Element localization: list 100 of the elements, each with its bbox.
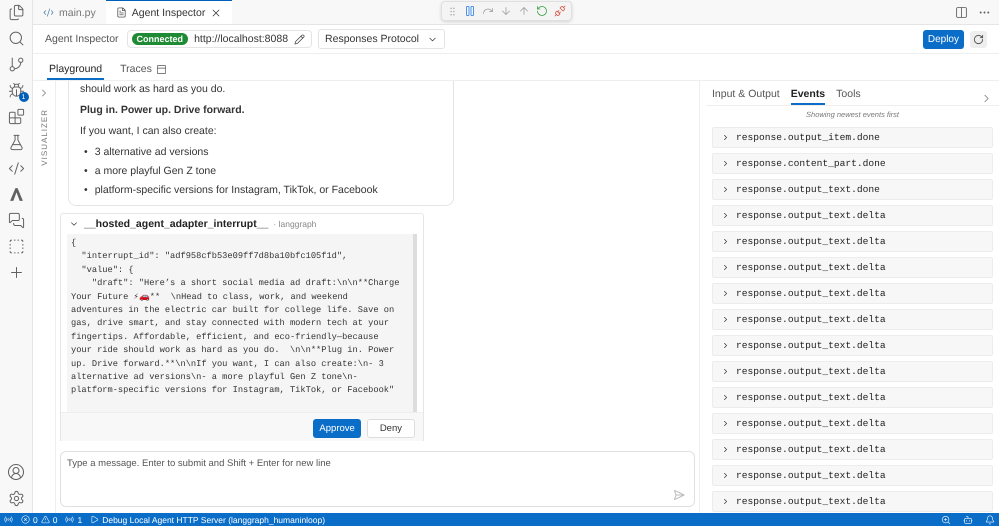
event-row[interactable]: response.output_text.delta xyxy=(712,465,993,486)
approve-button[interactable]: Approve xyxy=(313,419,361,438)
chevron-right-icon xyxy=(721,419,730,428)
event-row[interactable]: response.output_text.delta xyxy=(712,283,993,304)
event-row[interactable]: response.output_text.delta xyxy=(712,231,993,252)
message-input[interactable]: Type a message. Enter to submit and Shift + Enter for new line xyxy=(60,451,695,507)
event-name: response.output_text.delta xyxy=(736,444,886,455)
source-label: · langgraph xyxy=(273,219,316,229)
bullet-marker: • xyxy=(84,146,88,159)
chevron-right-icon xyxy=(721,133,730,142)
deny-button[interactable]: Deny xyxy=(366,419,415,438)
interrupt-title: __hosted_agent_adapter_interrupt__ xyxy=(84,218,268,230)
protocol-label: Responses Protocol xyxy=(325,33,420,45)
message-heading: Plug in. Power up. Drive forward. xyxy=(80,104,246,116)
json-code-block: { "interrupt_id": "adf958cfb53e09ff7d8ba10bfc105f1d", "value": { "draft": "Here’s a short social media ad draft:\n\n**Charge Your Future ⚡🚗** \nHead to class, work, and weekend adventures in the electric car built for college life. Save on gas, drive smart, and stay connected with modern tech at your fingertips. Affordable, efficient, and eco-friendly—because your ride should work as hard as you do. \n\n**Plug in. Power up. Drive forward.**\n\nIf you want, I can also create:\n- 3 alternative ad versions\n- a more playful Gen Z tone\n- platform-specific versions for Instagram, TikTok, or Facebook" xyxy=(67,234,417,412)
inspector-title: Agent Inspector xyxy=(45,33,119,45)
chevron-right-icon xyxy=(721,315,730,324)
event-row[interactable]: response.output_text.delta xyxy=(712,439,993,460)
panel-tab[interactable]: Input & Output xyxy=(712,88,780,105)
event-name: response.output_text.delta xyxy=(736,470,886,481)
event-row[interactable]: response.output_item.done xyxy=(712,127,993,148)
chevron-right-icon xyxy=(721,341,730,350)
chevron-right-icon xyxy=(721,367,730,376)
event-name: response.output_text.delta xyxy=(736,418,886,429)
editor-tab[interactable]: Agent Inspector xyxy=(106,0,232,24)
event-name: response.output_text.delta xyxy=(736,366,886,377)
message-text: should work as hard as you do. xyxy=(80,83,226,95)
flask-icon[interactable] xyxy=(8,134,24,151)
event-name: response.output_text.delta xyxy=(736,210,886,221)
branch-icon[interactable] xyxy=(8,56,24,73)
close-icon xyxy=(210,6,222,18)
event-name: response.output_text.delta xyxy=(736,496,886,507)
event-row[interactable]: response.output_text.delta xyxy=(712,309,993,330)
chevron-right-icon xyxy=(721,159,730,168)
chevron-right-icon xyxy=(721,497,730,506)
event-row[interactable]: response.output_text.delta xyxy=(712,335,993,356)
bullet-marker: • xyxy=(84,165,88,178)
error-icon xyxy=(21,515,30,524)
panel-tab[interactable]: Tools xyxy=(836,88,861,105)
chevron-right-icon xyxy=(721,445,730,454)
chat-icon[interactable] xyxy=(8,212,24,229)
disconnect-icon xyxy=(554,5,566,17)
search-icon[interactable] xyxy=(8,30,24,47)
chevron-right-icon xyxy=(721,211,730,220)
event-row[interactable]: response.output_text.delta xyxy=(712,413,993,434)
protocol-dropdown[interactable]: Responses Protocol xyxy=(318,29,446,49)
event-row[interactable]: response.output_text.delta xyxy=(712,387,993,408)
panel-tab[interactable]: Events xyxy=(790,88,826,105)
refresh-button[interactable] xyxy=(970,30,987,48)
event-name: response.output_text.delta xyxy=(736,340,886,351)
code-icon[interactable] xyxy=(8,160,24,177)
split-editor-icon xyxy=(955,6,968,18)
server-url: http://localhost:8088 xyxy=(194,33,288,45)
event-name: response.content_part.done xyxy=(736,158,886,169)
deploy-button[interactable]: Deploy xyxy=(922,30,964,48)
message-text: If you want, I can also create: xyxy=(80,125,218,137)
event-row[interactable]: response.content_part.done xyxy=(712,153,993,174)
ports-icon xyxy=(65,515,74,524)
settings-icon[interactable] xyxy=(8,490,24,507)
editor-tab[interactable]: main.py xyxy=(33,0,106,24)
document-icon xyxy=(116,7,127,18)
event-name: response.output_text.delta xyxy=(736,288,886,299)
extensions-icon[interactable] xyxy=(8,108,24,125)
pause-icon xyxy=(464,5,476,17)
files-icon[interactable] xyxy=(8,4,24,21)
tab-label: Agent Inspector xyxy=(132,6,206,18)
chevron-right-icon xyxy=(721,185,730,194)
event-name: response.output_item.done xyxy=(736,132,880,143)
step-over-icon xyxy=(482,5,494,17)
event-name: response.output_text.delta xyxy=(736,392,886,403)
chevron-right-icon xyxy=(721,471,730,480)
bullet-marker: • xyxy=(84,184,88,197)
bot-icon xyxy=(963,514,973,524)
view-tab[interactable]: Playground xyxy=(47,63,104,80)
debug-status[interactable]: Debug Local Agent HTTP Server (langgraph_humaninloop) xyxy=(102,514,326,524)
server-field[interactable]: Connected http://localhost:8088 xyxy=(126,30,312,48)
warning-count[interactable]: 0 xyxy=(52,514,58,524)
chevron-right-icon xyxy=(721,237,730,246)
play-icon xyxy=(90,515,100,524)
python-file-icon xyxy=(43,7,54,18)
square-icon[interactable] xyxy=(8,238,24,255)
event-row[interactable]: response.output_text.delta xyxy=(712,491,993,512)
connected-status: Connected xyxy=(132,33,188,45)
event-row[interactable]: response.output_text.delta xyxy=(712,257,993,278)
step-out-icon xyxy=(518,5,530,17)
view-tab[interactable]: Traces xyxy=(118,63,169,80)
ports-count[interactable]: 1 xyxy=(77,514,82,524)
account-icon[interactable] xyxy=(7,463,25,481)
event-row[interactable]: response.output_text.delta xyxy=(712,361,993,382)
error-count[interactable]: 0 xyxy=(33,514,38,524)
event-row[interactable]: response.output_text.delta xyxy=(712,205,993,226)
event-row[interactable]: response.output_text.done xyxy=(712,179,993,200)
event-name: response.output_text.done xyxy=(736,184,880,195)
chevron-right-icon xyxy=(721,263,730,272)
a-logo-icon[interactable] xyxy=(8,186,24,203)
bullet-item: a more playful Gen Z tone xyxy=(94,165,216,178)
tab-label: main.py xyxy=(59,6,96,18)
event-name: response.output_text.delta xyxy=(736,314,886,325)
pencil-icon xyxy=(294,34,306,44)
remote-icon xyxy=(4,515,13,524)
